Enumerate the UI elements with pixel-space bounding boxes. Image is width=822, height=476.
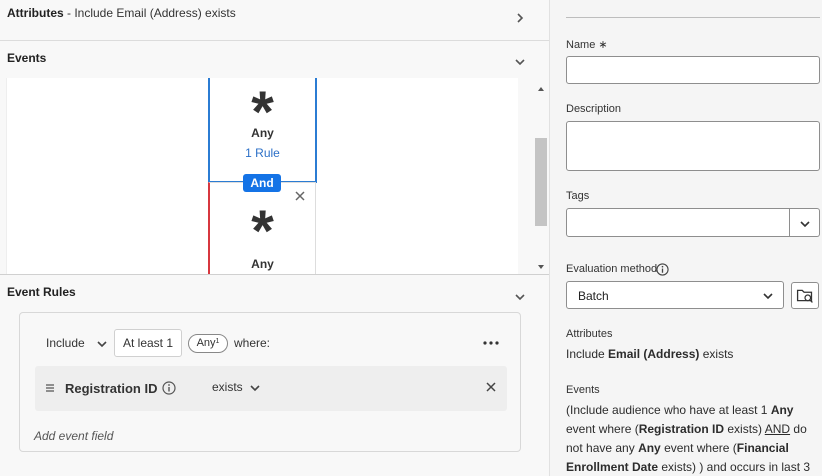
segment-builder-pane: Attributes - Include Email (Address) exi… bbox=[0, 0, 549, 476]
attr-summary-post: exists bbox=[699, 347, 734, 361]
events-section-header[interactable]: Events bbox=[0, 42, 549, 78]
any-pill-count: 1 bbox=[215, 338, 220, 345]
where-label: where: bbox=[234, 336, 271, 350]
asterisk-icon: * bbox=[251, 199, 274, 264]
chevron-down-icon bbox=[799, 218, 811, 230]
events-summary-text: (Include audience who have at least 1 An… bbox=[566, 401, 822, 476]
events-summary-any: Any bbox=[638, 441, 661, 455]
events-summary-field: Registration ID bbox=[638, 422, 725, 436]
name-input[interactable] bbox=[566, 56, 820, 84]
event-card-name: Any bbox=[251, 126, 274, 140]
any-pill-label: Any bbox=[196, 337, 216, 349]
attr-summary-pre: Include bbox=[566, 347, 609, 361]
chevron-right-icon[interactable] bbox=[514, 12, 526, 24]
event-field-row: Registration ID exists bbox=[35, 366, 507, 411]
events-summary-and: AND bbox=[764, 422, 791, 436]
add-event-field-link[interactable]: Add event field bbox=[34, 429, 113, 443]
event-rules-section-header[interactable]: Event Rules bbox=[0, 275, 549, 309]
info-icon[interactable] bbox=[162, 381, 176, 395]
event-rule-box: Include At least 1 Any1 where: Registrat… bbox=[19, 312, 521, 452]
attributes-title: Attributes bbox=[7, 6, 64, 20]
required-mark: ∗ bbox=[598, 39, 608, 51]
info-icon[interactable] bbox=[656, 263, 669, 276]
more-icon[interactable] bbox=[482, 336, 500, 350]
close-icon[interactable] bbox=[485, 381, 497, 393]
attributes-summary: - Include Email (Address) exists bbox=[63, 6, 236, 20]
attributes-bar[interactable]: Attributes - Include Email (Address) exi… bbox=[0, 0, 549, 41]
properties-panel: Name ∗ Description Tags Evaluation metho… bbox=[549, 0, 822, 476]
description-input[interactable] bbox=[566, 121, 820, 171]
occurrence-count-button[interactable]: At least 1 bbox=[114, 329, 182, 357]
events-summary-label: Events bbox=[566, 384, 600, 396]
evaluation-method-value: Batch bbox=[578, 289, 609, 303]
attributes-bar-label: Attributes - Include Email (Address) exi… bbox=[7, 6, 236, 20]
and-connector-badge[interactable]: And bbox=[243, 174, 281, 192]
name-label-text: Name bbox=[566, 39, 596, 51]
event-card-rule-count[interactable]: 1 Rule bbox=[210, 146, 315, 160]
include-select-value: Include bbox=[46, 336, 85, 350]
tags-dropdown-button[interactable] bbox=[790, 208, 820, 237]
scroll-down-icon[interactable] bbox=[537, 260, 545, 269]
event-field-name: Registration ID bbox=[65, 381, 158, 396]
chevron-down-icon[interactable] bbox=[514, 56, 526, 68]
events-header-label: Events bbox=[7, 51, 47, 65]
events-summary-part: event where ( bbox=[566, 422, 639, 436]
chevron-down-icon bbox=[249, 382, 261, 394]
any-event-pill[interactable]: Any1 bbox=[188, 334, 228, 353]
close-icon[interactable] bbox=[293, 189, 307, 203]
scroll-up-icon[interactable] bbox=[537, 82, 545, 91]
attributes-summary-label: Attributes bbox=[566, 328, 613, 340]
folder-search-icon bbox=[796, 289, 813, 303]
chevron-down-icon bbox=[96, 338, 108, 350]
operator-select[interactable]: exists bbox=[212, 380, 260, 394]
tags-label: Tags bbox=[566, 190, 590, 202]
canvas-scrollbar-thumb[interactable] bbox=[535, 138, 547, 226]
event-card-name: Any bbox=[251, 257, 274, 271]
name-label: Name ∗ bbox=[566, 38, 608, 51]
folder-search-button[interactable] bbox=[791, 282, 819, 309]
properties-divider bbox=[566, 17, 820, 18]
events-summary-part: event where ( bbox=[660, 441, 737, 455]
chevron-down-icon bbox=[762, 290, 774, 302]
drag-handle-icon[interactable] bbox=[45, 382, 55, 392]
evaluation-method-label: Evaluation method bbox=[566, 263, 658, 275]
evaluation-method-select[interactable]: Batch bbox=[566, 281, 784, 309]
operator-select-value: exists bbox=[212, 380, 243, 394]
attr-summary-field: Email (Address) bbox=[608, 347, 700, 361]
events-summary-any: Any bbox=[770, 403, 794, 417]
events-canvas: * Any 1 Rule * Any And bbox=[6, 78, 518, 274]
events-summary-part: (Include audience who have at least 1 bbox=[566, 403, 771, 417]
events-summary-part: exists) bbox=[724, 422, 765, 436]
tags-input[interactable] bbox=[566, 208, 790, 237]
description-label: Description bbox=[566, 103, 622, 115]
chevron-down-icon[interactable] bbox=[514, 291, 526, 303]
event-card-include[interactable]: * Any 1 Rule bbox=[208, 78, 317, 183]
attributes-summary-text: Include Email (Address) exists bbox=[566, 345, 816, 364]
event-rules-header-label: Event Rules bbox=[7, 285, 76, 299]
